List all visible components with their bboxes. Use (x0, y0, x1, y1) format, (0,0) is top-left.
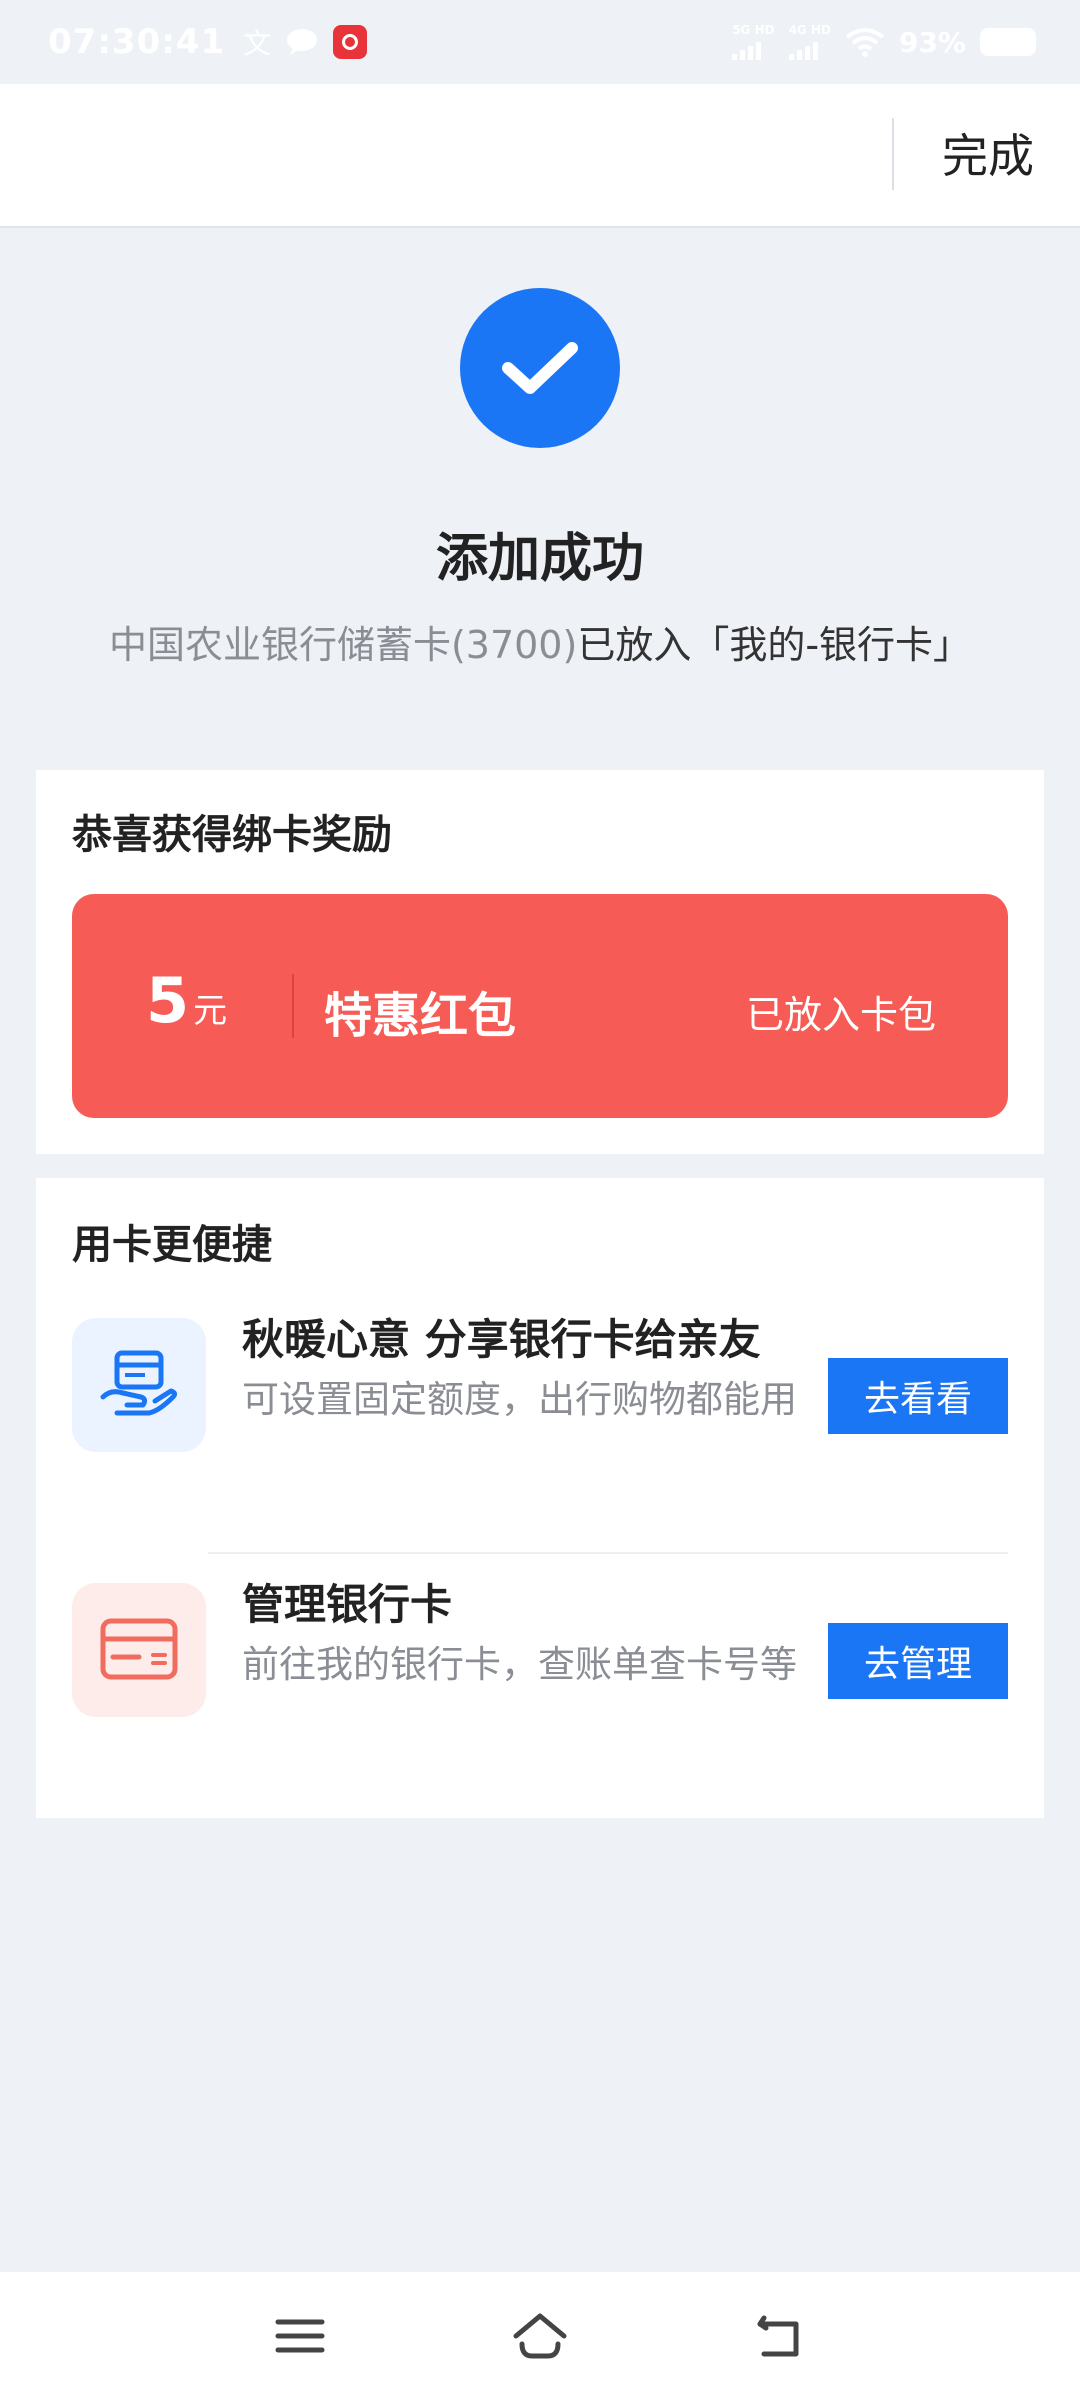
convenience-title: 用卡更便捷 (72, 1222, 272, 1268)
home-icon[interactable] (510, 2308, 570, 2364)
go-manage-button[interactable]: 去管理 (828, 1623, 1008, 1699)
notification-icons: 文 (243, 22, 368, 62)
red-packet-coupon[interactable]: 5 元 特惠红包 已放入卡包 (72, 894, 1008, 1118)
signal-4g-icon: 4G HD (788, 24, 831, 60)
coupon-amount-unit: 元 (193, 991, 228, 1031)
card-location: 已放入「我的-银行卡」 (577, 623, 972, 667)
share-card-hand-icon (72, 1318, 206, 1452)
reward-title: 恭喜获得绑卡奖励 (72, 812, 392, 858)
bank-card-icon (72, 1583, 206, 1717)
go-see-button[interactable]: 去看看 (828, 1358, 1008, 1434)
success-check-icon (460, 288, 620, 448)
menu-icon[interactable] (270, 2308, 330, 2364)
signal-5g-icon: 5G HD (732, 24, 775, 60)
done-button[interactable]: 完成 (942, 124, 1034, 188)
feature-divider (208, 1552, 1008, 1554)
status-bar: 07:30:41 文 5G HD 4G HD 93% (0, 0, 1080, 84)
feature-description: 前往我的银行卡，查账单查卡号等 (242, 1643, 797, 1686)
feature-description: 可设置固定额度，出行购物都能用 (242, 1378, 797, 1421)
message-icon (287, 29, 318, 55)
coupon-divider (292, 974, 294, 1038)
coupon-name: 特惠红包 (324, 988, 517, 1044)
translate-icon: 文 (243, 27, 272, 60)
coupon-status: 已放入卡包 (745, 993, 936, 1037)
wifi-icon (845, 28, 885, 57)
battery-icon (980, 28, 1036, 56)
card-name: 中国农业银行储蓄卡(3700) (108, 623, 578, 667)
top-nav: 完成 (0, 84, 1080, 228)
back-icon[interactable] (750, 2308, 810, 2364)
battery-percent: 93% (898, 25, 966, 59)
system-nav-bar (0, 2272, 1080, 2400)
success-description: 中国农业银行储蓄卡(3700)已放入「我的-银行卡」 (0, 614, 1080, 669)
nav-divider (892, 118, 894, 190)
status-time: 07:30:41 (48, 22, 226, 62)
feature-manage-card: 管理银行卡 前往我的银行卡，查账单查卡号等 去管理 (36, 1555, 1044, 1775)
feature-share-card: 秋暖心意 分享银行卡给亲友 可设置固定额度，出行购物都能用 去看看 (36, 1290, 1044, 1510)
app-notification-icon (333, 25, 368, 59)
convenience-card: 用卡更便捷 秋暖心意 分享银行卡给亲友 可设置固定额度，出行购物都能用 去看看 (36, 1178, 1044, 1818)
success-title: 添加成功 (435, 529, 644, 589)
coupon-amount-value: 5 (146, 964, 190, 1037)
feature-title: 管理银行卡 (242, 1580, 453, 1629)
feature-title: 秋暖心意 分享银行卡给亲友 (242, 1315, 761, 1364)
reward-card: 恭喜获得绑卡奖励 5 元 特惠红包 已放入卡包 (36, 770, 1044, 1154)
coupon-amount: 5 元 (146, 964, 227, 1037)
